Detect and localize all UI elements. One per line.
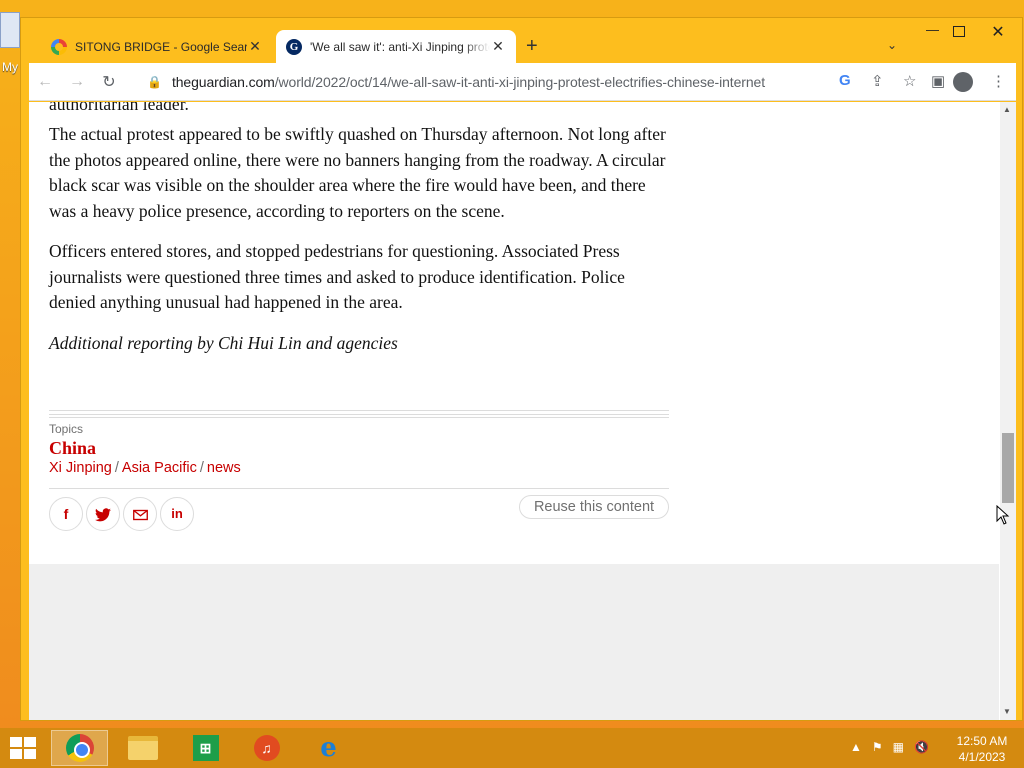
headphones-icon: ♫: [253, 735, 280, 761]
scroll-up-arrow-icon[interactable]: ▲: [1003, 105, 1011, 114]
network-icon[interactable]: ▦: [893, 740, 904, 754]
clock-date: 4/1/2023: [958, 750, 1006, 764]
facebook-icon[interactable]: f: [49, 497, 83, 531]
scroll-thumb[interactable]: [1002, 433, 1014, 503]
google-icon: [51, 38, 67, 55]
page-footer-background: [29, 564, 999, 720]
tab-title: SITONG BRIDGE - Google Search: [75, 39, 247, 54]
taskbar-ie-button[interactable]: e: [300, 730, 357, 766]
topic-link-china[interactable]: China: [49, 438, 96, 459]
tab-google-search[interactable]: SITONG BRIDGE - Google Search ✕: [41, 30, 273, 63]
email-icon[interactable]: [123, 497, 157, 531]
url-text: theguardian.com/world/2022/oct/14/we-all…: [171, 74, 766, 90]
forward-arrow-icon[interactable]: →: [61, 73, 93, 91]
topic-sublinks: Xi Jinping / Asia Pacific / news: [49, 460, 241, 476]
linkedin-icon[interactable]: in: [160, 497, 194, 531]
topic-link-asia-pacific[interactable]: Asia Pacific: [122, 460, 197, 476]
back-arrow-icon[interactable]: ←: [29, 73, 61, 91]
vertical-scrollbar[interactable]: ▲ ▼: [1000, 102, 1016, 720]
share-icon[interactable]: ⇪: [871, 72, 884, 90]
scroll-down-arrow-icon[interactable]: ▼: [1003, 707, 1011, 716]
action-center-flag-icon[interactable]: ⚑: [872, 740, 883, 754]
minimize-button[interactable]: —: [926, 22, 939, 37]
chrome-window: SITONG BRIDGE - Google Search ✕ G 'We al…: [20, 17, 1023, 721]
topics-label: Topics: [49, 422, 84, 436]
desktop-icon[interactable]: [0, 12, 20, 48]
taskbar-file-explorer-button[interactable]: [114, 730, 171, 766]
page-viewport: authoritarian leader. The actual protest…: [29, 102, 1016, 720]
lock-icon[interactable]: 🔒: [147, 75, 162, 89]
taskbar-music-button[interactable]: ♫: [238, 730, 295, 766]
reuse-content-button[interactable]: Reuse this content: [519, 495, 669, 519]
mouse-cursor-icon: [996, 505, 1010, 525]
store-icon: ⊞: [192, 735, 219, 761]
chrome-icon: [65, 734, 94, 762]
taskbar: ⊞ ♫ e ▲ ⚑ ▦ 🔇 12:50 AM 4/1/2023: [0, 728, 1024, 768]
folder-icon: [127, 736, 158, 760]
article-container: authoritarian leader. The actual protest…: [29, 102, 999, 564]
close-window-button[interactable]: ✕: [976, 22, 1020, 42]
topic-link-xi-jinping[interactable]: Xi Jinping: [49, 460, 112, 476]
taskbar-chrome-button[interactable]: [51, 730, 108, 766]
share-divider: [49, 488, 669, 489]
twitter-icon[interactable]: [86, 497, 120, 531]
topic-separator: /: [114, 460, 119, 476]
tray-overflow-chevron-icon[interactable]: ▲: [850, 740, 862, 754]
browser-toolbar: ← → ↻ 🔒 theguardian.com/world/2022/oct/1…: [29, 63, 1016, 101]
bookmark-star-icon[interactable]: ☆: [903, 72, 916, 90]
topic-link-news[interactable]: news: [207, 460, 241, 476]
close-tab-icon[interactable]: ✕: [490, 38, 506, 55]
internet-explorer-icon: e: [320, 733, 337, 763]
volume-muted-icon[interactable]: 🔇: [914, 740, 929, 754]
close-tab-icon[interactable]: ✕: [247, 38, 263, 55]
topics-divider: [49, 410, 669, 418]
reload-icon[interactable]: ↻: [93, 72, 125, 92]
profile-avatar-icon[interactable]: [953, 72, 973, 92]
topic-separator: /: [199, 460, 204, 476]
article-paragraph: Officers entered stores, and stopped ped…: [49, 241, 625, 312]
article-credit: Additional reporting by Chi Hui Lin and …: [49, 332, 398, 353]
desktop-icon-label: My: [2, 60, 18, 74]
article-cutoff-text: authoritarian leader.: [49, 102, 669, 110]
system-tray: ▲ ⚑ ▦ 🔇: [850, 740, 929, 754]
windows-start-icon[interactable]: [10, 737, 38, 761]
taskbar-store-button[interactable]: ⊞: [177, 730, 234, 766]
article-paragraph: The actual protest appeared to be swiftl…: [49, 124, 666, 221]
google-lens-icon[interactable]: G: [839, 72, 851, 89]
guardian-icon: G: [286, 38, 302, 55]
side-panel-icon[interactable]: ▣: [931, 72, 945, 90]
menu-kebab-icon[interactable]: ⋮: [991, 72, 1006, 90]
taskbar-clock[interactable]: 12:50 AM 4/1/2023: [952, 733, 1012, 765]
new-tab-button[interactable]: +: [526, 35, 538, 58]
tab-search-chevron-icon[interactable]: ⌄: [887, 38, 897, 52]
clock-time: 12:50 AM: [956, 734, 1008, 748]
maximize-button[interactable]: [953, 26, 965, 37]
tab-strip: SITONG BRIDGE - Google Search ✕ G 'We al…: [21, 18, 1022, 63]
tab-title: 'We all saw it': anti-Xi Jinping protest…: [310, 39, 490, 54]
address-bar[interactable]: 🔒 theguardian.com/world/2022/oct/14/we-a…: [139, 67, 869, 97]
tab-guardian-article[interactable]: G 'We all saw it': anti-Xi Jinping prote…: [276, 30, 516, 63]
article-body: authoritarian leader. The actual protest…: [49, 102, 669, 371]
